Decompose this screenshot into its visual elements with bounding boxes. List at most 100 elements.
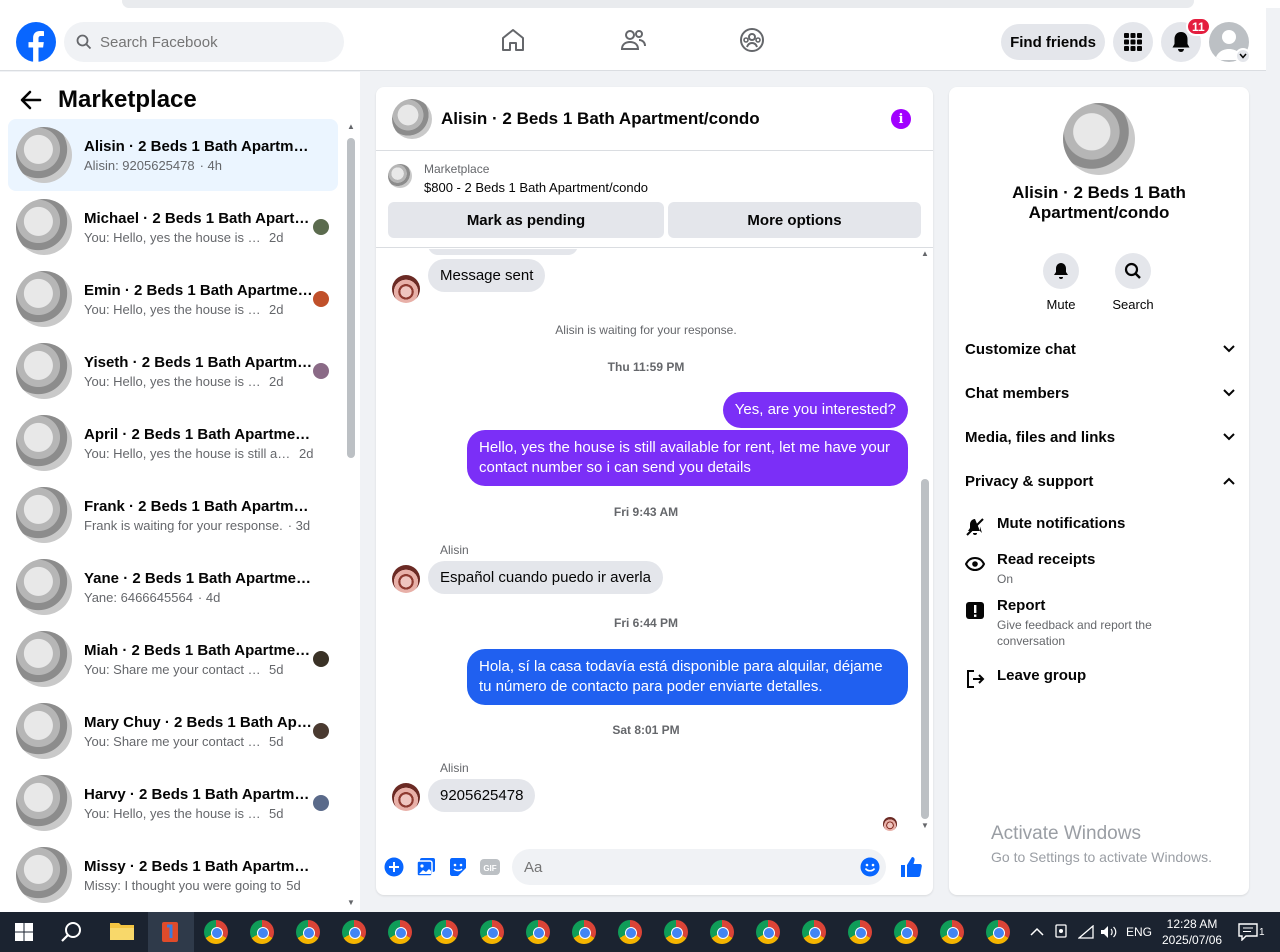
chrome-icon[interactable] — [848, 920, 872, 944]
device-icon[interactable] — [1054, 912, 1068, 952]
notification-center-icon[interactable]: 1 — [1238, 912, 1265, 952]
tray-chevron-up-icon[interactable] — [1030, 912, 1044, 952]
chrome-icon[interactable] — [756, 920, 780, 944]
thumbs-up-icon[interactable] — [899, 855, 923, 879]
friends-icon[interactable] — [617, 24, 649, 56]
timestamp: Thu 11:59 PM — [607, 360, 685, 374]
mute-action[interactable]: Mute — [1031, 253, 1091, 312]
mute-label: Mute — [1046, 297, 1076, 312]
scrollbar-thumb[interactable] — [921, 479, 929, 819]
seen-avatar — [313, 219, 329, 235]
sender-avatar[interactable] — [392, 565, 420, 593]
browser-strip — [0, 0, 1280, 8]
scroll-up-arrow-icon[interactable]: ▲ — [921, 249, 929, 258]
scroll-down-arrow-icon[interactable]: ▼ — [347, 898, 355, 907]
conversation-item[interactable]: Miah · 2 Beds 1 Bath Apartment/condo You… — [8, 623, 338, 695]
windows-taskbar: ENG 12:28 AM 2025/07/06 1 — [0, 912, 1280, 952]
scrollbar-thumb[interactable] — [347, 138, 355, 458]
address-bar[interactable] — [122, 0, 1194, 8]
conversation-item[interactable]: Harvy · 2 Beds 1 Bath Apartment/condo Yo… — [8, 767, 338, 839]
chrome-icon[interactable] — [710, 920, 734, 944]
chrome-icon[interactable] — [434, 920, 458, 944]
system-clock[interactable]: 12:28 AM 2025/07/06 — [1162, 916, 1222, 948]
listing-thumbnail[interactable] — [1063, 103, 1135, 175]
listing-thumbnail[interactable] — [388, 164, 412, 188]
taskbar-app-active[interactable] — [148, 912, 194, 952]
chat-title[interactable]: Alisin · 2 Beds 1 Bath Apartment/condo — [441, 109, 760, 129]
windows-start-icon[interactable] — [12, 920, 36, 944]
photo-icon[interactable] — [416, 857, 436, 877]
conversation-item[interactable]: Alisin · 2 Beds 1 Bath Apartment/condo A… — [8, 119, 338, 191]
chat-members-section[interactable]: Chat members — [965, 381, 1235, 405]
conversation-item[interactable]: Emin · 2 Beds 1 Bath Apartment/condo You… — [8, 263, 338, 335]
bell-icon[interactable] — [1043, 253, 1079, 289]
gif-icon[interactable]: GIF — [480, 857, 500, 877]
sidebar-scrollbar[interactable]: ▲ ▼ — [344, 120, 358, 910]
mute-notifications-label: Mute notifications — [997, 515, 1126, 532]
chrome-icon[interactable] — [526, 920, 550, 944]
find-friends-button[interactable]: Find friends — [1001, 24, 1105, 60]
conversation-item[interactable]: Mary Chuy · 2 Beds 1 Bath Apartment/cond… — [8, 695, 338, 767]
back-arrow-icon[interactable] — [20, 90, 42, 110]
plus-circle-icon[interactable] — [384, 857, 404, 877]
search-action[interactable]: Search — [1103, 253, 1163, 312]
privacy-support-section[interactable]: Privacy & support — [965, 469, 1235, 493]
chat-avatar[interactable] — [392, 98, 432, 139]
chrome-icon[interactable] — [388, 920, 412, 944]
search-icon[interactable] — [1115, 253, 1151, 289]
sender-avatar[interactable] — [392, 783, 420, 811]
file-explorer-icon[interactable] — [109, 920, 134, 944]
mute-notifications-item[interactable]: Mute notifications — [965, 515, 1235, 537]
message-input-box[interactable] — [512, 849, 886, 885]
more-options-button[interactable]: More options — [668, 202, 921, 238]
scroll-up-arrow-icon[interactable]: ▲ — [347, 122, 355, 131]
conversation-item[interactable]: Michael · 2 Beds 1 Bath Apartment/condo … — [8, 191, 338, 263]
chrome-icon[interactable] — [664, 920, 688, 944]
emoji-icon[interactable] — [860, 857, 880, 877]
chrome-icon[interactable] — [618, 920, 642, 944]
timestamp: Fri 6:44 PM — [613, 616, 679, 630]
conversation-item[interactable]: Yiseth · 2 Beds 1 Bath Apartment/condo Y… — [8, 335, 338, 407]
chrome-icon[interactable] — [986, 920, 1010, 944]
media-files-links-section[interactable]: Media, files and links — [965, 425, 1235, 449]
conversation-age: 2d — [269, 301, 284, 317]
info-icon[interactable]: i — [891, 109, 911, 129]
conversation-item[interactable]: Missy · 2 Beds 1 Bath Apartment/condo Mi… — [8, 839, 338, 911]
wifi-icon[interactable] — [1078, 912, 1094, 952]
volume-icon[interactable] — [1100, 912, 1118, 952]
groups-icon[interactable] — [736, 24, 768, 56]
facebook-logo-icon[interactable] — [16, 22, 56, 62]
chrome-icon[interactable] — [204, 920, 228, 944]
chrome-icon[interactable] — [572, 920, 596, 944]
search-bar[interactable] — [64, 22, 344, 62]
leave-group-item[interactable]: Leave group — [965, 667, 1235, 689]
sticker-icon[interactable] — [448, 857, 468, 877]
report-item[interactable]: Report Give feedback and report the conve… — [965, 597, 1235, 649]
sender-avatar[interactable] — [392, 275, 420, 303]
read-receipts-item[interactable]: Read receipts On — [965, 551, 1235, 587]
listing-price[interactable]: $800 - 2 Beds 1 Bath Apartment/condo — [424, 180, 648, 195]
language-indicator[interactable]: ENG — [1126, 912, 1152, 952]
scroll-down-arrow-icon[interactable]: ▼ — [921, 821, 929, 830]
thread-scrollbar[interactable]: ▲ ▼ — [920, 249, 930, 831]
search-icon[interactable] — [60, 920, 84, 944]
conversation-item[interactable]: Yane · 2 Beds 1 Bath Apartment/condo Yan… — [8, 551, 338, 623]
chrome-icon[interactable] — [802, 920, 826, 944]
chrome-icon[interactable] — [480, 920, 504, 944]
message-input[interactable] — [524, 858, 824, 876]
mark-as-pending-button[interactable]: Mark as pending — [388, 202, 664, 238]
menu-grid-icon[interactable] — [1113, 22, 1153, 62]
search-input[interactable] — [100, 33, 320, 51]
chrome-icon[interactable] — [250, 920, 274, 944]
conversation-item[interactable]: Frank · 2 Beds 1 Bath Apartment/condo Fr… — [8, 479, 338, 551]
chrome-icon[interactable] — [342, 920, 366, 944]
chat-window: Alisin · 2 Beds 1 Bath Apartment/condo i… — [376, 87, 933, 895]
customize-chat-section[interactable]: Customize chat — [965, 337, 1235, 361]
chrome-icon[interactable] — [894, 920, 918, 944]
chrome-icon[interactable] — [296, 920, 320, 944]
home-icon[interactable] — [497, 24, 529, 56]
leave-icon — [965, 667, 985, 689]
conversation-item[interactable]: April · 2 Beds 1 Bath Apartment/condo Yo… — [8, 407, 338, 479]
chrome-icon[interactable] — [940, 920, 964, 944]
chevron-down-icon[interactable] — [1235, 48, 1251, 64]
